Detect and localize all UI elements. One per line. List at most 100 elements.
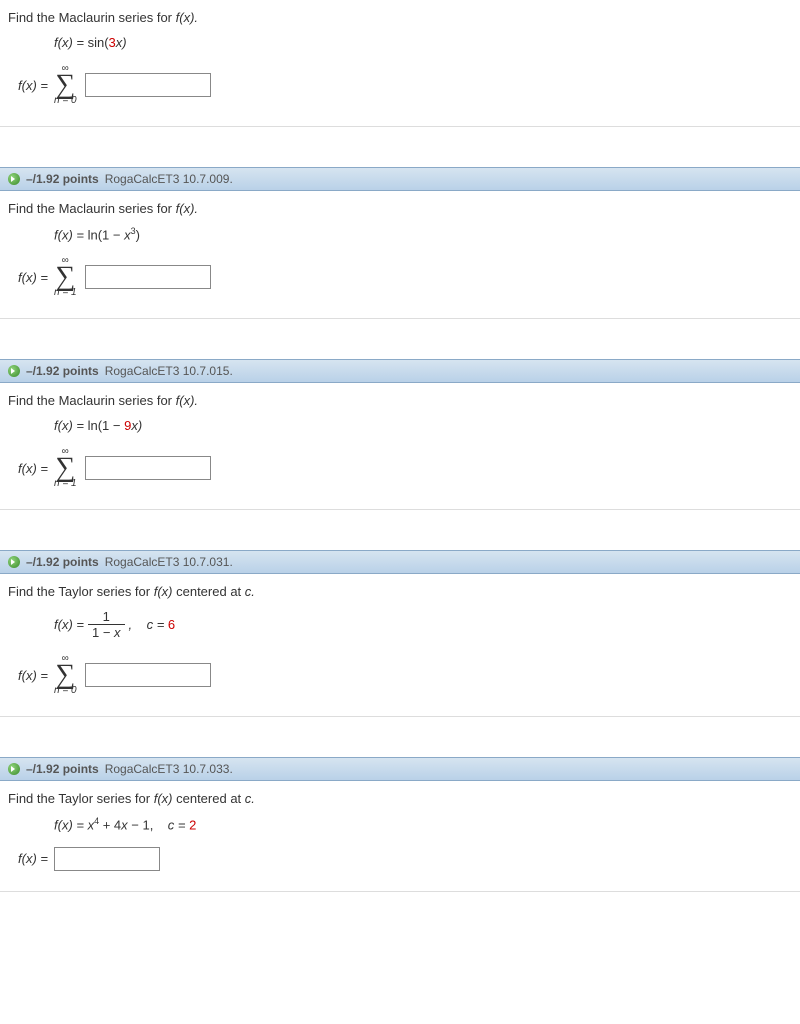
func-rhs-a: ln(1 −: [88, 418, 125, 433]
answer-input[interactable]: [85, 265, 211, 289]
sigma-bottom: n = 0: [54, 686, 77, 696]
c-value: 2: [189, 818, 196, 833]
question-body: Find the Maclaurin series for f(x). f(x)…: [0, 383, 800, 510]
function-definition: f(x) = ln(1 − 9x): [54, 418, 792, 433]
prompt-pre: Find the Maclaurin series for: [8, 10, 176, 25]
prompt-c: c.: [245, 791, 255, 806]
source-label: RogaCalcET3 10.7.033.: [105, 762, 233, 776]
question-header[interactable]: –/1.92 points RogaCalcET3 10.7.033.: [0, 757, 800, 781]
question-3: –/1.92 points RogaCalcET3 10.7.015. Find…: [0, 359, 800, 510]
func-lhs: f(x) =: [54, 227, 88, 242]
func-rhs-e: − 1,: [128, 818, 168, 833]
source-label: RogaCalcET3 10.7.015.: [105, 364, 233, 378]
answer-row: f(x) =: [18, 847, 792, 871]
prompt-pre: Find the Taylor series for: [8, 791, 154, 806]
source-label: RogaCalcET3 10.7.031.: [105, 555, 233, 569]
question-body: Find the Maclaurin series for f(x). f(x)…: [0, 0, 800, 127]
func-lhs: f(x) =: [54, 818, 88, 833]
prompt-fx: f(x).: [176, 10, 198, 25]
prompt-text: Find the Maclaurin series for f(x).: [8, 10, 792, 25]
c-label: c =: [168, 818, 189, 833]
func-lhs: f(x) =: [54, 617, 84, 632]
expand-icon[interactable]: [8, 173, 20, 185]
sigma-symbol: ∑: [55, 74, 75, 96]
fx-equals: f(x) =: [18, 851, 48, 866]
answer-input[interactable]: [85, 456, 211, 480]
function-definition: f(x) = 1 1 − x , c = 6: [54, 609, 792, 640]
sigma-symbol: ∑: [55, 266, 75, 288]
fx-equals: f(x) =: [18, 668, 48, 683]
answer-input[interactable]: [54, 847, 160, 871]
question-header[interactable]: –/1.92 points RogaCalcET3 10.7.031.: [0, 550, 800, 574]
question-1: Find the Maclaurin series for f(x). f(x)…: [0, 0, 800, 127]
prompt-text: Find the Maclaurin series for f(x).: [8, 393, 792, 408]
func-rhs-c: x): [116, 35, 127, 50]
sigma-icon: ∞ ∑ n = 1: [54, 447, 77, 489]
fraction: 1 1 − x: [88, 609, 125, 640]
sigma-icon: ∞ ∑ n = 0: [54, 64, 77, 106]
answer-input[interactable]: [85, 73, 211, 97]
source-label: RogaCalcET3 10.7.009.: [105, 172, 233, 186]
prompt-post: centered at: [173, 791, 245, 806]
func-rhs-c: + 4: [99, 818, 121, 833]
prompt-text: Find the Maclaurin series for f(x).: [8, 201, 792, 216]
den-b: x: [114, 625, 121, 640]
function-definition: f(x) = sin(3x): [54, 35, 792, 50]
prompt-post: centered at: [173, 584, 245, 599]
prompt-fx: f(x): [154, 584, 173, 599]
expand-icon[interactable]: [8, 365, 20, 377]
question-body: Find the Taylor series for f(x) centered…: [0, 574, 800, 717]
prompt-text: Find the Taylor series for f(x) centered…: [8, 584, 792, 599]
prompt-pre: Find the Maclaurin series for: [8, 393, 176, 408]
question-2: –/1.92 points RogaCalcET3 10.7.009. Find…: [0, 167, 800, 319]
func-rhs-a: ln(1 −: [88, 227, 125, 242]
answer-row: f(x) = ∞ ∑ n = 0: [18, 654, 792, 696]
frac-num: 1: [88, 609, 125, 625]
den-a: 1 −: [92, 625, 114, 640]
func-rhs-a: sin(: [88, 35, 109, 50]
question-body: Find the Taylor series for f(x) centered…: [0, 781, 800, 891]
answer-input[interactable]: [85, 663, 211, 687]
answer-row: f(x) = ∞ ∑ n = 1: [18, 447, 792, 489]
points-label: –/1.92 points: [26, 762, 99, 776]
prompt-fx: f(x).: [176, 393, 198, 408]
fx-equals: f(x) =: [18, 78, 48, 93]
prompt-pre: Find the Maclaurin series for: [8, 201, 176, 216]
question-header[interactable]: –/1.92 points RogaCalcET3 10.7.009.: [0, 167, 800, 191]
question-5: –/1.92 points RogaCalcET3 10.7.033. Find…: [0, 757, 800, 891]
func-lhs: f(x) =: [54, 418, 88, 433]
sigma-bottom: n = 1: [54, 288, 77, 298]
func-lhs: f(x) =: [54, 35, 88, 50]
function-definition: f(x) = x4 + 4x − 1, c = 2: [54, 816, 792, 832]
question-header[interactable]: –/1.92 points RogaCalcET3 10.7.015.: [0, 359, 800, 383]
points-label: –/1.92 points: [26, 555, 99, 569]
sigma-bottom: n = 1: [54, 479, 77, 489]
fx-equals: f(x) =: [18, 461, 48, 476]
func-rhs-b: 3: [109, 35, 116, 50]
prompt-fx: f(x): [154, 791, 173, 806]
points-label: –/1.92 points: [26, 172, 99, 186]
fx-equals: f(x) =: [18, 270, 48, 285]
sigma-icon: ∞ ∑ n = 0: [54, 654, 77, 696]
sigma-bottom: n = 0: [54, 96, 77, 106]
function-definition: f(x) = ln(1 − x3): [54, 226, 792, 242]
prompt-c: c.: [245, 584, 255, 599]
prompt-pre: Find the Taylor series for: [8, 584, 154, 599]
prompt-fx: f(x).: [176, 201, 198, 216]
question-4: –/1.92 points RogaCalcET3 10.7.031. Find…: [0, 550, 800, 717]
expand-icon[interactable]: [8, 763, 20, 775]
question-body: Find the Maclaurin series for f(x). f(x)…: [0, 191, 800, 319]
prompt-text: Find the Taylor series for f(x) centered…: [8, 791, 792, 806]
func-rhs-c: x): [131, 418, 142, 433]
sigma-icon: ∞ ∑ n = 1: [54, 256, 77, 298]
comma-c: , c =: [129, 617, 168, 632]
frac-den: 1 − x: [88, 625, 125, 640]
answer-row: f(x) = ∞ ∑ n = 0: [18, 64, 792, 106]
sigma-symbol: ∑: [55, 664, 75, 686]
points-label: –/1.92 points: [26, 364, 99, 378]
c-value: 6: [168, 617, 175, 632]
answer-row: f(x) = ∞ ∑ n = 1: [18, 256, 792, 298]
func-rhs-d: ): [136, 227, 140, 242]
sigma-symbol: ∑: [55, 457, 75, 479]
expand-icon[interactable]: [8, 556, 20, 568]
